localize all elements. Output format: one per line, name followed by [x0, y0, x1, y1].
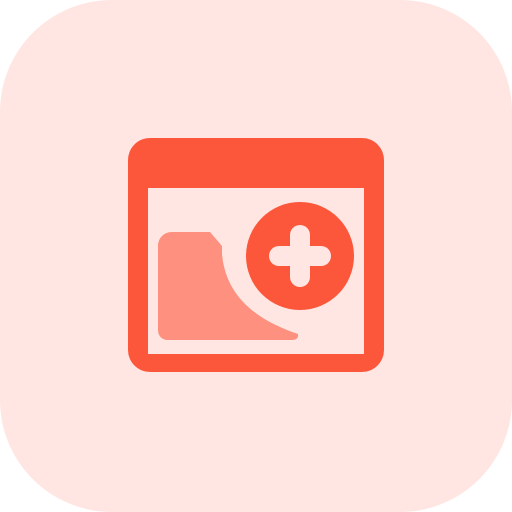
app-icon-tile	[0, 0, 512, 512]
plus-icon-horizontal	[269, 246, 331, 266]
browser-folder-add-icon	[0, 0, 512, 512]
